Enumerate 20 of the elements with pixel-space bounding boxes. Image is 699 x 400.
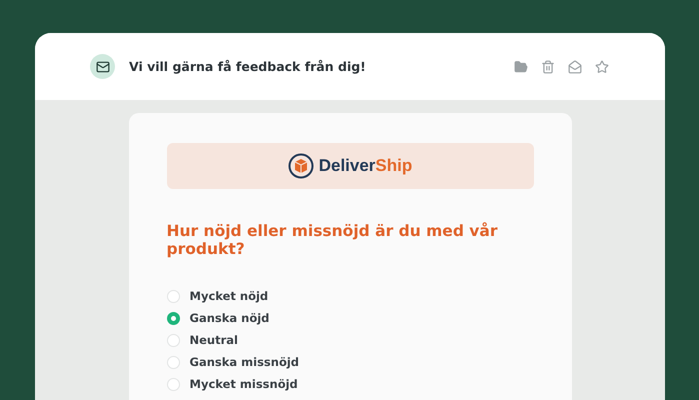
option-label: Ganska nöjd bbox=[190, 311, 270, 325]
option-label: Neutral bbox=[190, 333, 238, 347]
radio-option[interactable]: Mycket missnöjd bbox=[166, 376, 534, 392]
email-subject: Vi vill gärna få feedback från dig! bbox=[129, 59, 367, 74]
box-logo-icon bbox=[288, 153, 314, 179]
star-icon[interactable] bbox=[595, 60, 609, 74]
radio-option[interactable]: Neutral bbox=[166, 332, 534, 348]
radio-icon[interactable] bbox=[166, 312, 180, 324]
option-label: Mycket missnöjd bbox=[190, 377, 298, 391]
option-label: Mycket nöjd bbox=[190, 289, 268, 303]
radio-option[interactable]: Mycket nöjd bbox=[166, 288, 534, 304]
folder-icon[interactable] bbox=[514, 60, 528, 74]
mail-icon bbox=[90, 54, 115, 79]
option-label: Ganska missnöjd bbox=[190, 355, 300, 369]
radio-option[interactable]: Ganska missnöjd bbox=[166, 354, 534, 370]
trash-icon[interactable] bbox=[541, 60, 555, 74]
logo-text: DeliverShip bbox=[318, 156, 412, 176]
question: Hur nöjd eller missnöjd är du med vår produkt? bbox=[166, 222, 499, 258]
envelope-open-icon[interactable] bbox=[568, 60, 582, 74]
radio-option[interactable]: Ganska nöjd bbox=[166, 310, 534, 326]
